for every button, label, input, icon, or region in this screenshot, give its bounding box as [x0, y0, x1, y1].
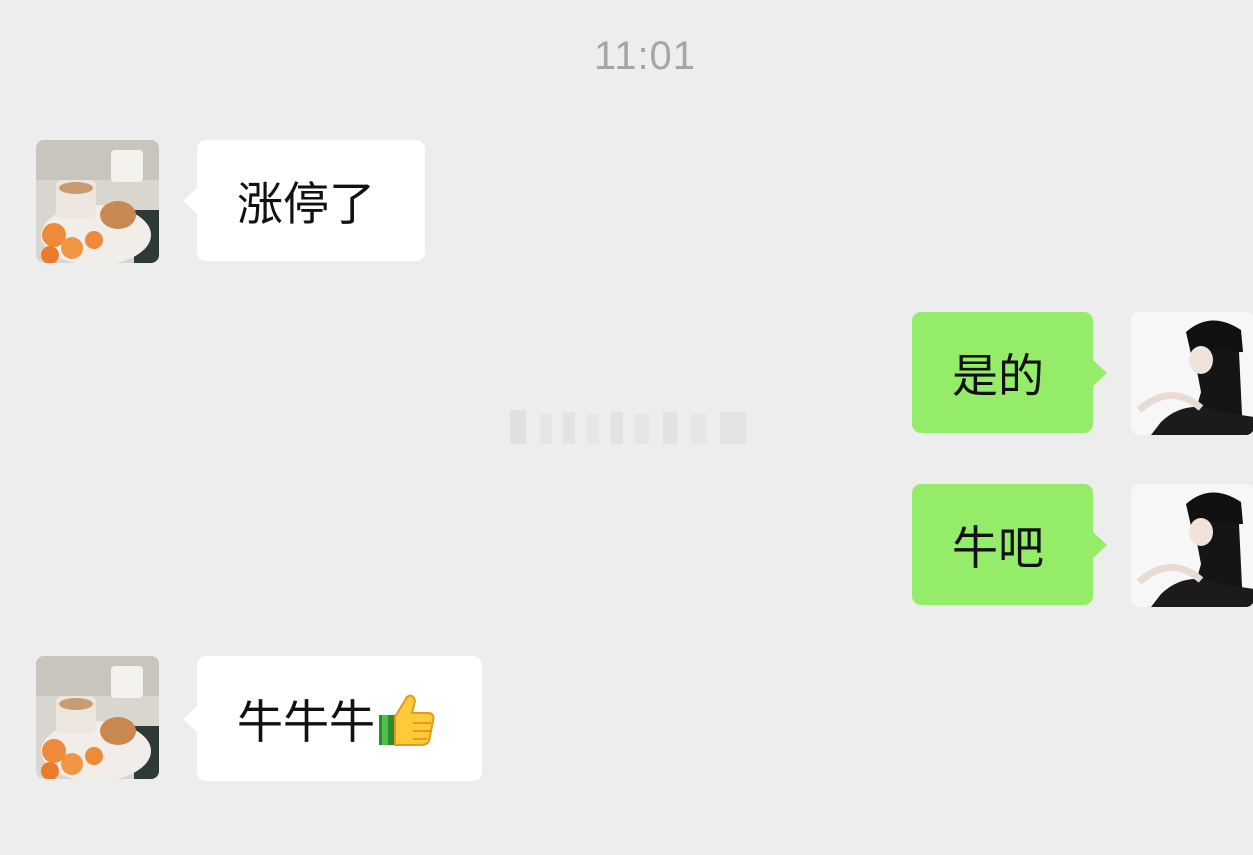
message-bubble-incoming[interactable]: 涨停了	[183, 140, 425, 261]
woman-in-hat-avatar-icon	[1131, 312, 1253, 435]
contact-avatar[interactable]	[36, 140, 159, 263]
chat-view: 11:01 涨停了 是的 牛吧 牛牛牛	[0, 0, 1253, 855]
breakfast-photo-avatar-icon	[36, 140, 159, 263]
message-bubble-incoming[interactable]: 牛牛牛	[183, 656, 482, 781]
message-text: 涨停了	[237, 176, 375, 231]
self-avatar[interactable]	[1131, 312, 1253, 435]
watermark-overlay	[510, 410, 746, 444]
message-bubble-outgoing[interactable]: 牛吧	[912, 484, 1107, 605]
woman-in-hat-avatar-icon	[1131, 484, 1253, 607]
message-text: 牛吧	[952, 520, 1044, 575]
thumbs-up-icon	[379, 694, 435, 746]
message-timestamp: 11:01	[593, 34, 697, 78]
self-avatar[interactable]	[1131, 484, 1253, 607]
message-text: 是的	[952, 348, 1044, 403]
message-text: 牛牛牛	[237, 694, 375, 749]
message-bubble-outgoing[interactable]: 是的	[912, 312, 1107, 433]
breakfast-photo-avatar-icon	[36, 656, 159, 779]
contact-avatar[interactable]	[36, 656, 159, 779]
